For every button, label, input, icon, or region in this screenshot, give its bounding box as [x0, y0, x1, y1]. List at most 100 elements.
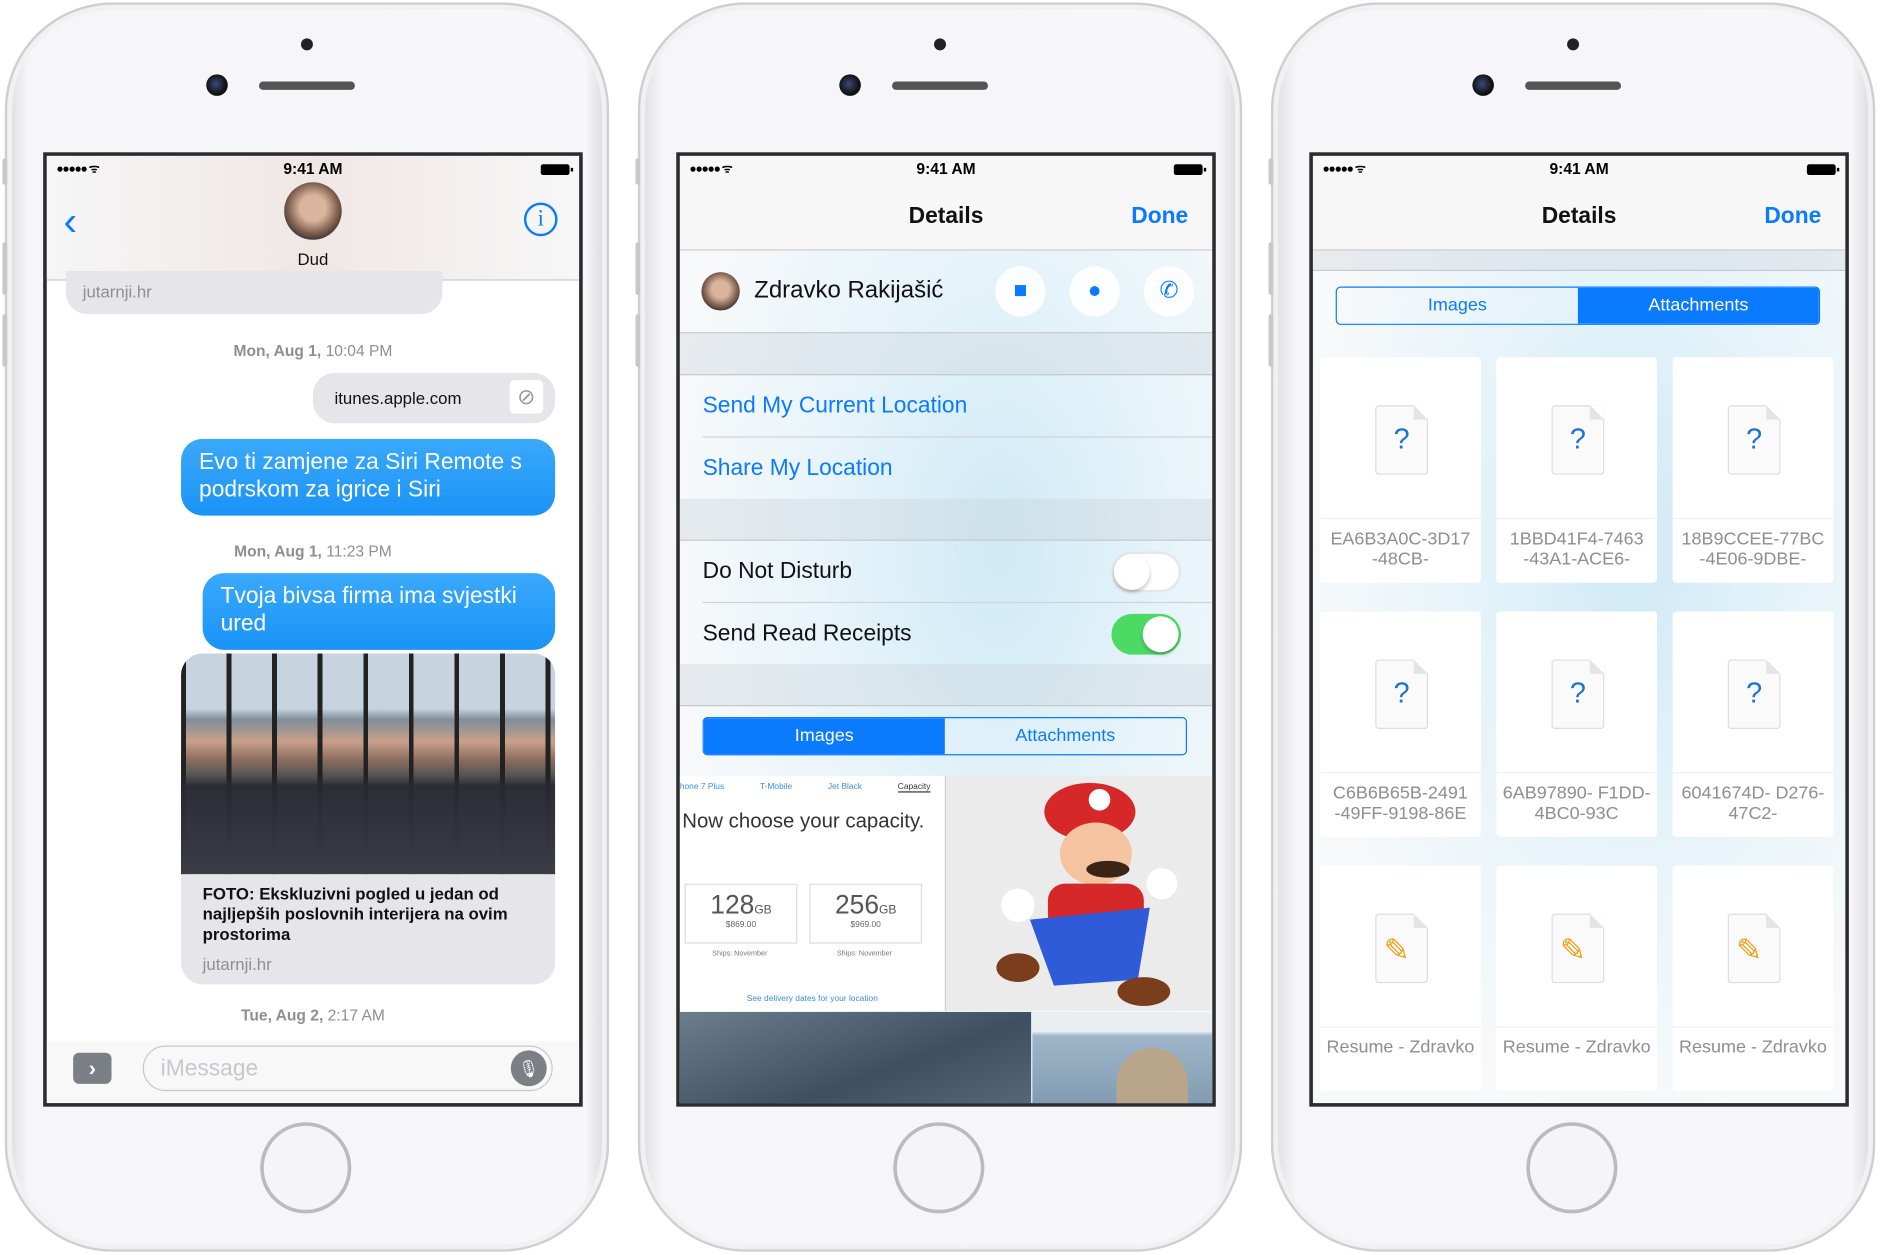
media-segmented-control: Images Attachments [1335, 286, 1821, 325]
message-button[interactable]: ● [1069, 266, 1120, 317]
image-thumbnail-water[interactable] [679, 1011, 1032, 1104]
attachment-tile[interactable]: ? EA6B3A0C-3D17 -48CB- [1320, 357, 1481, 583]
proximity-sensor [934, 38, 947, 51]
info-icon: i [537, 206, 544, 232]
front-camera [206, 74, 228, 96]
image-thumbnail-store[interactable]: hone 7 Plus T-Mobile Jet Black Capacity Now… [679, 775, 947, 1011]
outgoing-message[interactable]: Evo ti zamjene za Siri Remote s podrskom… [181, 438, 556, 516]
pages-document-icon: ✎ [1727, 913, 1781, 984]
attachment-name: EA6B3A0C-3D17 -48CB- [1320, 517, 1481, 570]
attachments-content: Images Attachments ? EA6B3A0C-3D17 -48CB-… [1312, 250, 1846, 1104]
microphone-icon: 🎙 [518, 1058, 540, 1078]
capacity-option: 128GB $869.00 [684, 883, 798, 944]
pages-document-icon: ✎ [1375, 913, 1429, 984]
mute-switch [2, 158, 8, 185]
pen-glyph: ✎ [1736, 931, 1763, 968]
details-header: ●●●●● ᯤ 9:41 AM Details Done [1312, 155, 1846, 251]
phone-icon: ✆ [1159, 278, 1179, 304]
link-bubble[interactable]: itunes.apple.com ⊘ [312, 372, 556, 424]
attachment-tile[interactable]: ✎ Resume - Zdravko [1672, 865, 1834, 1092]
attachment-tile[interactable]: ? 1BBD41F4-7463 -43A1-ACE6- [1496, 357, 1658, 583]
done-button[interactable]: Done [1764, 204, 1821, 230]
details-screen: ●●●●● ᯤ 9:41 AM Details Done Zdravko Rak… [676, 152, 1216, 1107]
link-card[interactable]: FOTO: Ekskluzivni pogled u jedan od najl… [181, 653, 556, 985]
contact-name: Zdravko Rakijašić [754, 276, 944, 304]
microphone-button[interactable]: 🎙 [510, 1050, 547, 1087]
back-button[interactable]: ‹ [64, 201, 78, 242]
send-current-location-row[interactable]: Send My Current Location [680, 375, 1212, 436]
read-receipts-toggle[interactable] [1111, 613, 1182, 655]
conversation-header: ●●●●● ᯤ 9:41 AM ‹ Dud i [46, 155, 580, 281]
attachment-tile[interactable]: ? C6B6B65B-2491 -49FF-9198-86E [1320, 611, 1481, 837]
ships-label: Ships: November [712, 950, 768, 959]
attachment-name: 1BBD41F4-7463 -43A1-ACE6- [1496, 517, 1658, 570]
attachment-tile[interactable]: ? 18B9CCEE-77BC -4E06-9DBE- [1672, 357, 1834, 583]
segment-images[interactable]: Images [1337, 288, 1578, 324]
attachment-name: Resume - Zdravko [1672, 1026, 1834, 1058]
do-not-disturb-row: Do Not Disturb [680, 541, 1212, 602]
info-button[interactable]: i [523, 202, 558, 237]
home-button[interactable] [1526, 1122, 1618, 1214]
volume-down-button [635, 314, 641, 367]
section-gap [679, 333, 1213, 376]
front-camera [1472, 74, 1494, 96]
phone-messages: ●●●●● ᯤ 9:41 AM ‹ Dud i jutarnji.hr Mon,… [2, 2, 610, 1252]
attachment-tile[interactable]: ✎ Resume - Zdravko [1496, 865, 1658, 1092]
status-time: 9:41 AM [1549, 159, 1609, 178]
segment-attachments[interactable]: Attachments [945, 718, 1186, 754]
apps-button[interactable]: › [73, 1052, 112, 1084]
section-gap [1312, 250, 1846, 271]
share-location-row[interactable]: Share My Location [680, 438, 1212, 499]
pen-glyph: ✎ [1383, 931, 1410, 968]
link-card-image [181, 653, 556, 875]
attachment-tile[interactable]: ? 6AB97890- F1DD-4BC0-93C [1496, 611, 1658, 837]
contact-row[interactable]: Zdravko Rakijašić ■ ● ✆ [679, 251, 1213, 334]
contact-avatar [701, 272, 740, 311]
contact-avatar[interactable] [284, 182, 342, 240]
store-heading: Now choose your capacity. [682, 809, 925, 833]
volume-up-button [1268, 242, 1274, 295]
pen-glyph: ✎ [1559, 931, 1587, 968]
question-glyph: ? [1393, 677, 1410, 710]
status-time: 9:41 AM [283, 159, 343, 178]
message-bubble-icon: ● [1087, 278, 1102, 304]
messages-screen: ●●●●● ᯤ 9:41 AM ‹ Dud i jutarnji.hr Mon,… [43, 152, 583, 1107]
mute-switch [635, 158, 641, 185]
message-input[interactable]: iMessage 🎙 [142, 1045, 553, 1092]
done-button[interactable]: Done [1131, 204, 1188, 230]
segment-images[interactable]: Images [703, 718, 945, 755]
unknown-file-icon: ? [1375, 405, 1429, 475]
home-button[interactable] [260, 1122, 352, 1214]
image-thumbnail-selfie[interactable] [1032, 1011, 1213, 1104]
attachments-screen: ●●●●● ᯤ 9:41 AM Details Done Images Atta… [1309, 152, 1849, 1107]
attachment-tile[interactable]: ✎ Resume - Zdravko [1320, 865, 1481, 1092]
image-thumbnail-mario[interactable] [946, 775, 1213, 1011]
chevron-right-icon: › [88, 1056, 96, 1081]
contact-name[interactable]: Dud [47, 249, 579, 268]
phone-details-images: ●●●●● ᯤ 9:41 AM Details Done Zdravko Rak… [635, 2, 1243, 1252]
front-camera [839, 74, 861, 96]
toggle-label: Send Read Receipts [702, 621, 912, 647]
facetime-button[interactable]: ■ [995, 266, 1046, 317]
message-input-bar: › iMessage 🎙 [46, 1040, 580, 1104]
home-button[interactable] [893, 1122, 985, 1214]
incoming-link-preview-partial[interactable]: jutarnji.hr [65, 270, 443, 315]
earpiece [258, 81, 355, 90]
do-not-disturb-toggle[interactable] [1111, 551, 1182, 593]
outgoing-message[interactable]: Tvoja bivsa firma ima svjestki ured [202, 573, 556, 650]
segment-attachments[interactable]: Attachments [1577, 287, 1819, 324]
question-glyph: ? [1746, 423, 1763, 456]
link-source: jutarnji.hr [82, 281, 152, 301]
attachment-tile[interactable]: ? 6041674D- D276-47C2- [1672, 611, 1834, 837]
battery-icon [1806, 164, 1840, 176]
proximity-sensor [300, 38, 313, 51]
call-button[interactable]: ✆ [1143, 266, 1195, 317]
selfie-hat [1116, 1047, 1189, 1104]
question-glyph: ? [1393, 423, 1410, 456]
timestamp: Tue, Aug 2, 2:17 AM [241, 1005, 385, 1024]
timestamp: Mon, Aug 1, 11:23 PM [234, 541, 392, 560]
attachment-name: 18B9CCEE-77BC -4E06-9DBE- [1672, 517, 1834, 570]
question-glyph: ? [1569, 677, 1586, 710]
read-receipts-row: Send Read Receipts [680, 603, 1212, 664]
section-gap [679, 498, 1213, 541]
